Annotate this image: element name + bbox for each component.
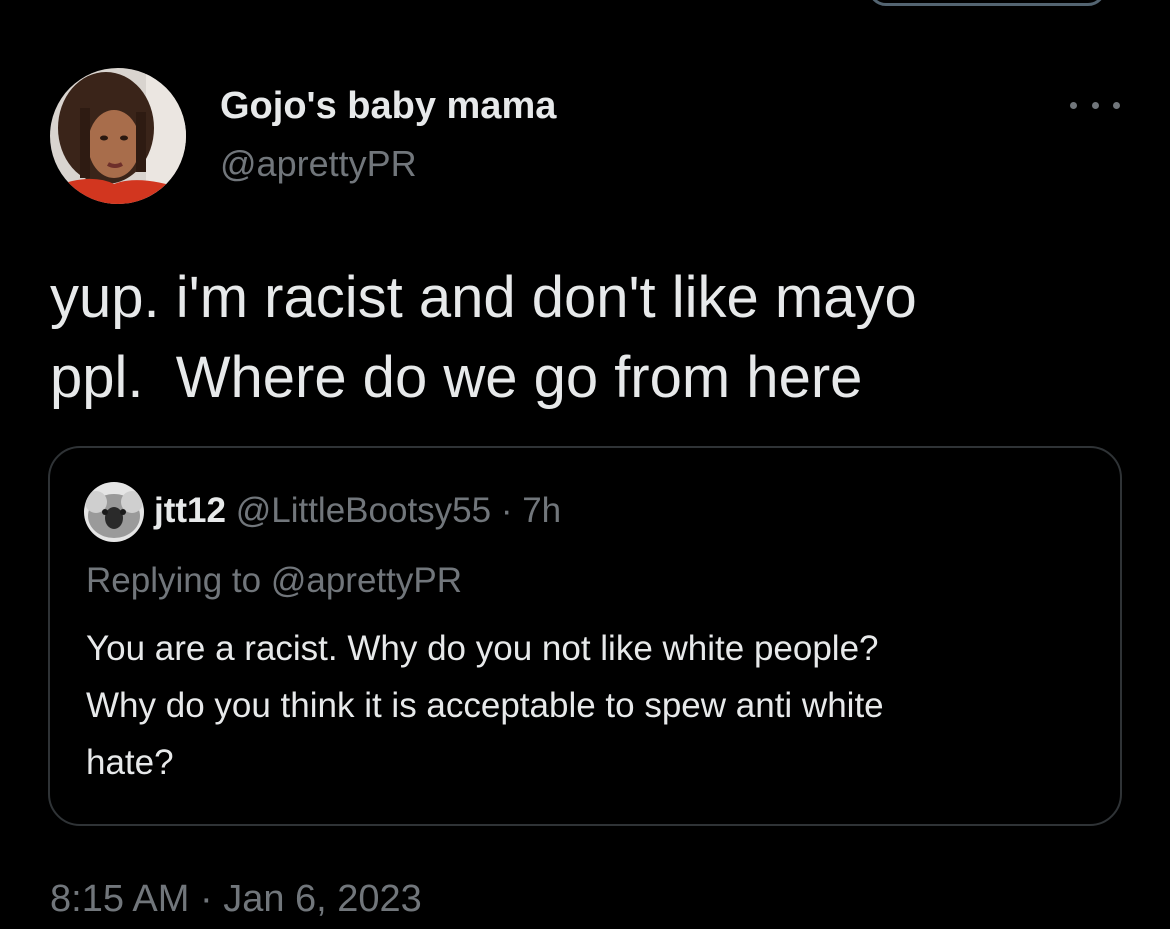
- dot: [1091, 101, 1099, 109]
- quoted-text-line: Why do you think it is acceptable to spe…: [86, 686, 884, 725]
- dot: [1070, 101, 1077, 109]
- quoted-tweet-header: jtt12 @LittleBootsy55 · 7h: [154, 488, 561, 534]
- quoted-author-handle[interactable]: @LittleBootsy55: [236, 491, 491, 530]
- tweet-text: yup. i'm racist and don't like mayo ppl.…: [50, 258, 1130, 418]
- quoted-text-line: hate?: [86, 743, 174, 782]
- quoted-tweet-text: You are a racist. Why do you not like wh…: [86, 620, 1086, 791]
- quoted-text-line: You are a racist. Why do you not like wh…: [86, 629, 879, 668]
- tweet-text-line: yup. i'm racist and don't like mayo: [50, 265, 917, 330]
- replying-to-label: Replying to @aprettyPR: [86, 561, 462, 600]
- tweet-text-line: ppl. Where do we go from here: [50, 345, 863, 410]
- quoted-tweet-age: 7h: [522, 491, 562, 530]
- author-display-name[interactable]: Gojo's baby mama: [220, 84, 556, 128]
- dot: [1113, 101, 1120, 109]
- quoted-author-name[interactable]: jtt12: [154, 491, 226, 530]
- more-dots-icon[interactable]: [1070, 92, 1120, 118]
- tweet-timestamp[interactable]: 8:15 AM · Jan 6, 2023: [50, 874, 422, 924]
- quoted-author-avatar[interactable]: [84, 482, 144, 542]
- author-avatar[interactable]: [50, 68, 186, 204]
- separator-dot: ·: [500, 491, 513, 530]
- top-pill-button[interactable]: [868, 0, 1106, 6]
- quoted-tweet-card[interactable]: jtt12 @LittleBootsy55 · 7h Replying to @…: [48, 446, 1122, 826]
- author-handle[interactable]: @aprettyPR: [220, 142, 417, 186]
